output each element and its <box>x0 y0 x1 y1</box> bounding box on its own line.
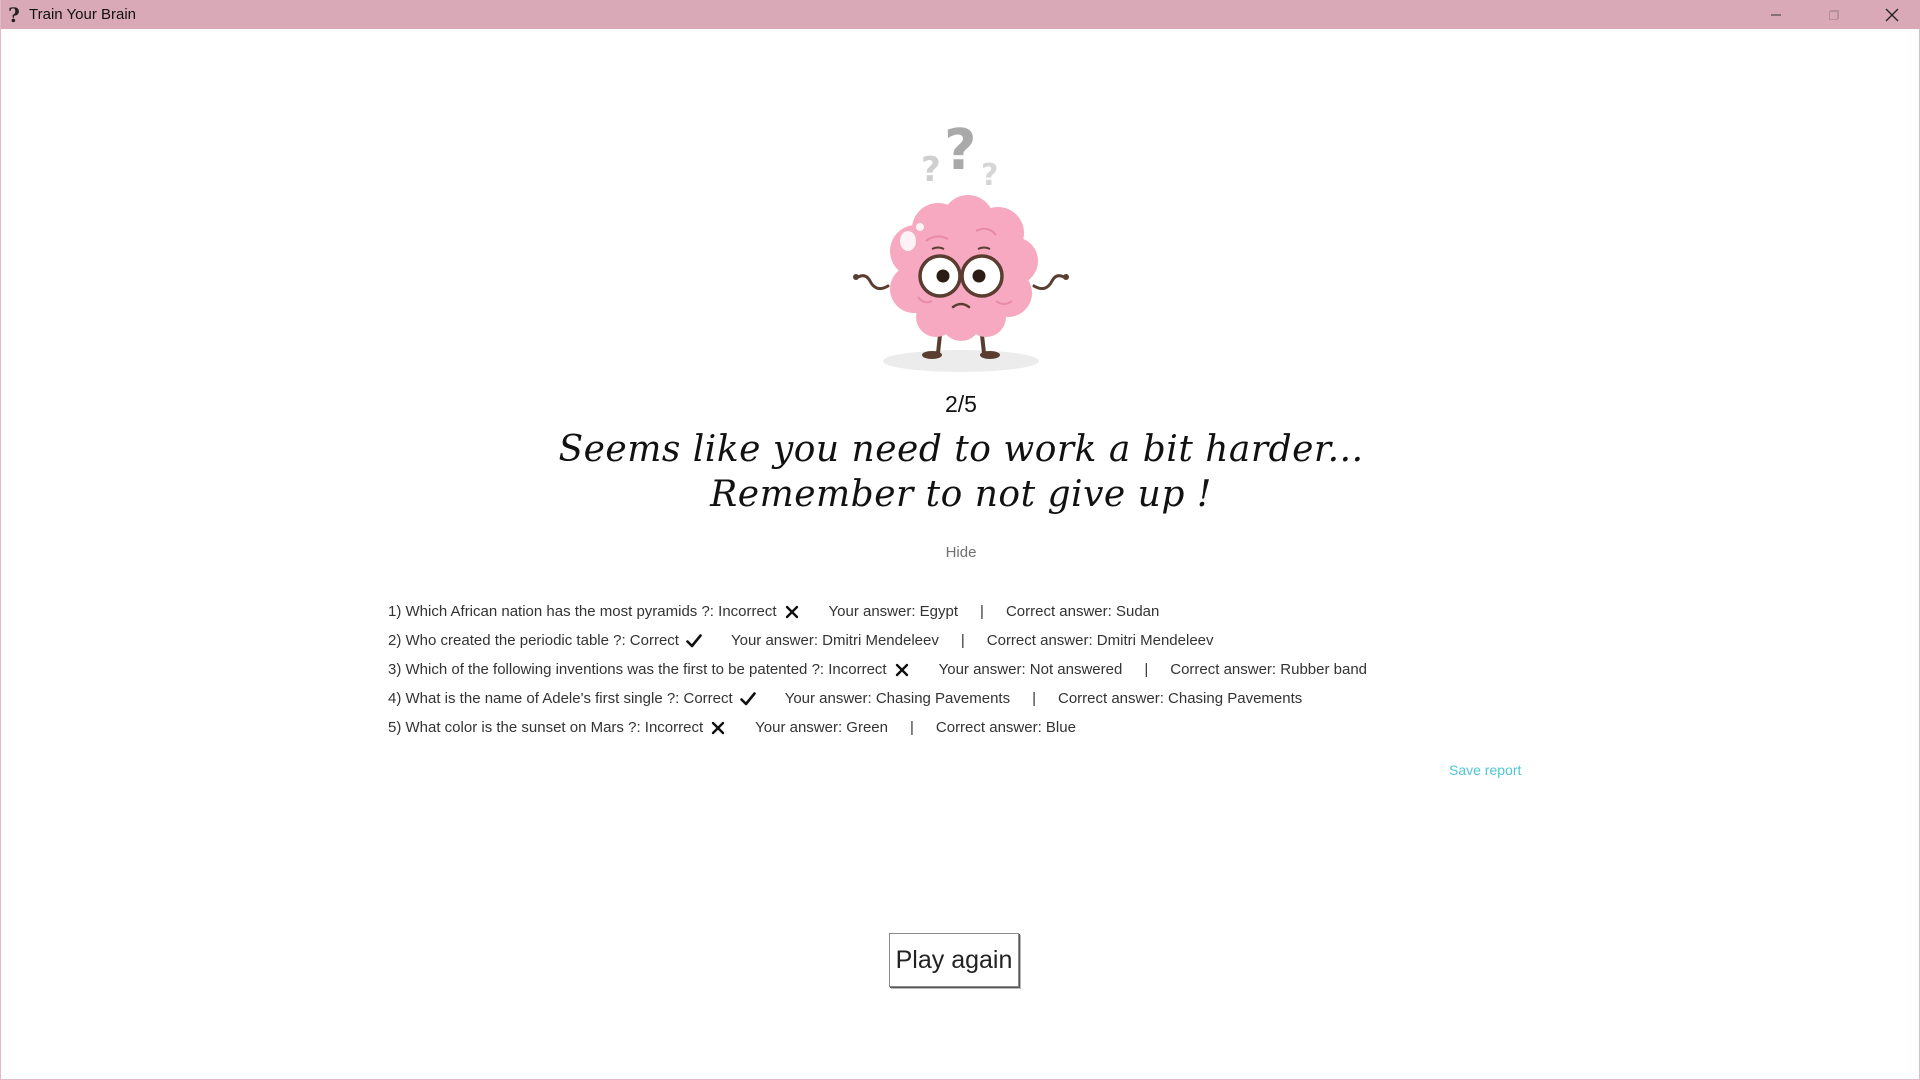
report-row: 5) What color is the sunset on Mars ?: I… <box>388 713 1588 742</box>
close-icon <box>1885 8 1899 21</box>
result-message-line-1: Seems like you need to work a bit harder… <box>558 429 1364 470</box>
correct-checkmark-icon <box>739 690 757 708</box>
answers-report: 1) Which African nation has the most pyr… <box>388 597 1588 742</box>
save-report-link[interactable]: Save report <box>1449 762 1521 778</box>
answer-separator: | <box>909 718 914 736</box>
svg-text:?: ? <box>944 121 976 183</box>
correct-answer: Correct answer: Sudan <box>1005 602 1160 620</box>
answer-separator: | <box>1144 660 1149 678</box>
correct-answer: Correct answer: Dmitri Mendeleev <box>986 631 1214 649</box>
play-again-button[interactable]: Play again <box>889 933 1019 987</box>
correct-checkmark-icon <box>685 632 703 650</box>
question-result: 5) What color is the sunset on Mars ?: I… <box>388 718 704 736</box>
correct-answer: Correct answer: Rubber band <box>1170 660 1367 678</box>
answer-separator: | <box>960 631 965 649</box>
minimize-button[interactable] <box>1747 0 1805 29</box>
score-text: 2/5 <box>945 391 977 417</box>
title-bar[interactable]: ? Train Your Brain <box>1 0 1920 29</box>
app-window: ? Train Your Brain ? ? ? 2/5 Seems like … <box>0 0 1920 1080</box>
your-answer: Your answer: Egypt <box>828 602 959 620</box>
your-answer: Your answer: Dmitri Mendeleev <box>730 631 939 649</box>
your-answer: Your answer: Chasing Pavements <box>784 689 1011 707</box>
close-button[interactable] <box>1863 0 1920 29</box>
question-mark-app-icon: ? <box>8 2 20 27</box>
result-message: Seems like you need to work a bit harder… <box>1 427 1920 517</box>
answer-separator: | <box>1032 689 1036 707</box>
result-message-line-2: Remember to not give up ! <box>710 474 1212 515</box>
report-row: 4) What is the name of Adele's first sin… <box>388 684 1588 713</box>
results-screen: ? ? ? 2/5 Seems like you need to work a … <box>1 29 1920 1080</box>
maximize-button[interactable] <box>1805 0 1863 29</box>
correct-answer: Correct answer: Chasing Pavements <box>1058 689 1303 707</box>
question-result: 2) Who created the periodic table ?: Cor… <box>388 631 679 649</box>
question-result: 4) What is the name of Adele's first sin… <box>388 689 733 707</box>
incorrect-x-icon <box>783 603 801 621</box>
question-result: 1) Which African nation has the most pyr… <box>388 602 777 620</box>
svg-text:?: ? <box>981 158 998 193</box>
hide-report-label[interactable]: Hide <box>946 544 977 561</box>
hide-report-link[interactable]: Hide <box>1 544 1920 561</box>
answer-separator: | <box>980 602 984 620</box>
svg-text:?: ? <box>921 150 941 190</box>
correct-answer: Correct answer: Blue <box>935 718 1076 736</box>
confused-brain-mascot-icon: ? ? ? <box>853 121 1069 372</box>
incorrect-x-icon <box>893 661 911 679</box>
report-row: 1) Which African nation has the most pyr… <box>388 597 1588 626</box>
window-controls <box>1747 0 1920 29</box>
question-result: 3) Which of the following inventions was… <box>388 660 887 678</box>
report-row: 2) Who created the periodic table ?: Cor… <box>388 626 1588 655</box>
incorrect-x-icon <box>709 719 727 737</box>
maximize-icon <box>1829 9 1839 20</box>
report-row: 3) Which of the following inventions was… <box>388 655 1588 684</box>
minimize-icon <box>1771 14 1781 15</box>
your-answer: Your answer: Green <box>755 718 888 736</box>
your-answer: Your answer: Not answered <box>938 660 1123 678</box>
window-title: Train Your Brain <box>29 6 137 23</box>
